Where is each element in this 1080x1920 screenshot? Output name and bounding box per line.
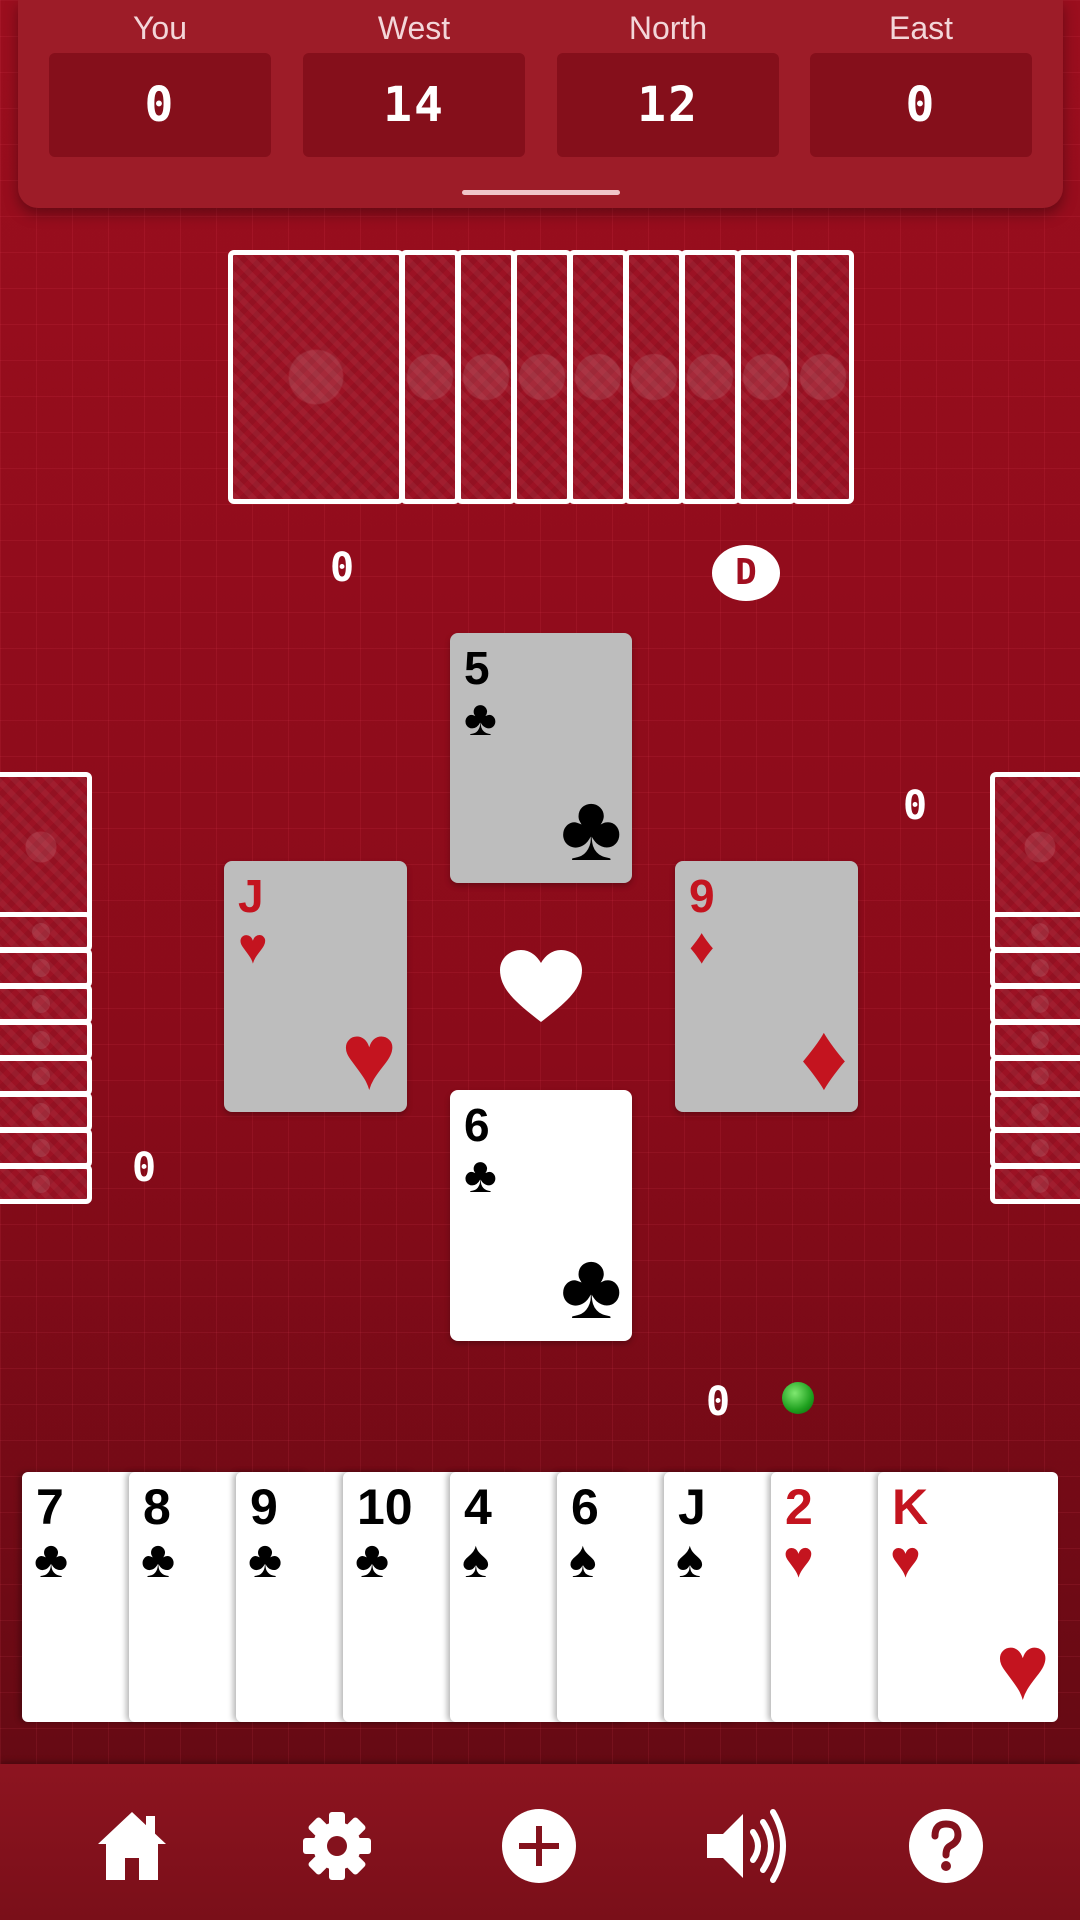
card-rank: 6 — [464, 1099, 490, 1151]
card-back — [792, 250, 854, 504]
card-rank: 10 — [357, 1479, 413, 1535]
spade-icon: ♠ — [462, 1531, 490, 1589]
card-rank: 2 — [785, 1479, 813, 1535]
club-icon: ♣ — [560, 775, 622, 880]
dealer-badge: D — [712, 545, 780, 601]
home-icon[interactable] — [92, 1806, 172, 1886]
card-back — [990, 948, 1080, 988]
player-score: 14 — [303, 53, 525, 157]
played-card-south: 6 ♣ ♣ — [450, 1090, 632, 1341]
card-back — [990, 1020, 1080, 1060]
help-icon[interactable] — [908, 1808, 984, 1884]
card-rank: 5 — [464, 642, 490, 694]
player-score: 12 — [557, 53, 779, 157]
score-west: West 14 — [303, 0, 525, 157]
card-rank: 7 — [36, 1479, 64, 1535]
panel-drag-handle[interactable] — [462, 190, 620, 195]
score-north: North 12 — [557, 0, 779, 157]
spade-icon: ♠ — [676, 1531, 704, 1589]
club-icon: ♣ — [141, 1531, 176, 1589]
card-rank: K — [892, 1479, 929, 1535]
player-score: 0 — [810, 53, 1032, 157]
card-back — [400, 250, 460, 504]
card-rank: 4 — [464, 1479, 492, 1535]
player-name: East — [888, 10, 954, 46]
turn-indicator — [782, 1382, 814, 1414]
card-rank: J — [678, 1479, 706, 1535]
card-back — [0, 772, 92, 922]
player-name: You — [133, 10, 187, 46]
played-card-east: 9 ♦ ♦ — [675, 861, 858, 1112]
club-icon: ♣ — [248, 1531, 283, 1589]
diamond-icon: ♦ — [800, 1004, 848, 1109]
club-icon: ♣ — [464, 1147, 497, 1203]
gear-icon[interactable] — [297, 1806, 377, 1886]
heart-icon: ♥ — [238, 918, 268, 974]
card-back — [512, 250, 572, 504]
card-back — [228, 250, 404, 504]
trump-heart-icon — [500, 950, 582, 1022]
played-card-north: 5 ♣ ♣ — [450, 633, 632, 883]
heart-icon: ♥ — [341, 1004, 397, 1109]
south-trick-count: 0 — [706, 1379, 731, 1425]
card-back — [990, 1092, 1080, 1132]
card-back — [624, 250, 684, 504]
card-back — [568, 250, 628, 504]
score-east: East 0 — [810, 0, 1032, 157]
card-rank: 6 — [571, 1479, 599, 1535]
heart-icon: ♥ — [890, 1531, 921, 1589]
club-icon: ♣ — [560, 1233, 622, 1338]
club-icon: ♣ — [355, 1531, 390, 1589]
heart-icon: ♥ — [995, 1617, 1050, 1719]
card-rank: 9 — [689, 870, 715, 922]
card-back — [990, 1056, 1080, 1096]
card-back — [736, 250, 796, 504]
card-back — [990, 984, 1080, 1024]
spade-icon: ♠ — [569, 1531, 597, 1589]
score-panel[interactable]: You 0 West 14 North 12 East 0 — [18, 0, 1063, 208]
add-button[interactable] — [501, 1808, 577, 1884]
west-trick-count: 0 — [132, 1145, 157, 1191]
club-icon: ♣ — [34, 1531, 69, 1589]
card-back — [0, 1020, 92, 1060]
player-name: North — [628, 10, 708, 46]
played-card-west: J ♥ ♥ — [224, 861, 407, 1112]
north-trick-count: 0 — [330, 545, 355, 591]
player-score: 0 — [49, 53, 271, 157]
card-back — [990, 1164, 1080, 1204]
card-back — [0, 1128, 92, 1168]
card-back — [456, 250, 516, 504]
diamond-icon: ♦ — [689, 918, 715, 974]
player-name: West — [377, 10, 451, 46]
card-back — [990, 772, 1080, 922]
card-back — [0, 948, 92, 988]
east-trick-count: 0 — [903, 783, 928, 829]
speaker-icon[interactable] — [703, 1806, 787, 1886]
card-back — [0, 984, 92, 1024]
card-rank: 8 — [143, 1479, 171, 1535]
card-back — [990, 1128, 1080, 1168]
card-back — [0, 1092, 92, 1132]
score-you: You 0 — [49, 0, 271, 157]
card-back — [0, 1164, 92, 1204]
bottom-navigation — [0, 1764, 1080, 1920]
card-back — [990, 912, 1080, 952]
card-back — [0, 1056, 92, 1096]
heart-icon: ♥ — [783, 1531, 814, 1589]
hand-card[interactable]: K ♥ ♥ — [878, 1472, 1058, 1722]
card-back — [680, 250, 740, 504]
card-rank: J — [238, 870, 264, 922]
club-icon: ♣ — [464, 690, 497, 746]
card-back — [0, 912, 92, 952]
card-rank: 9 — [250, 1479, 278, 1535]
